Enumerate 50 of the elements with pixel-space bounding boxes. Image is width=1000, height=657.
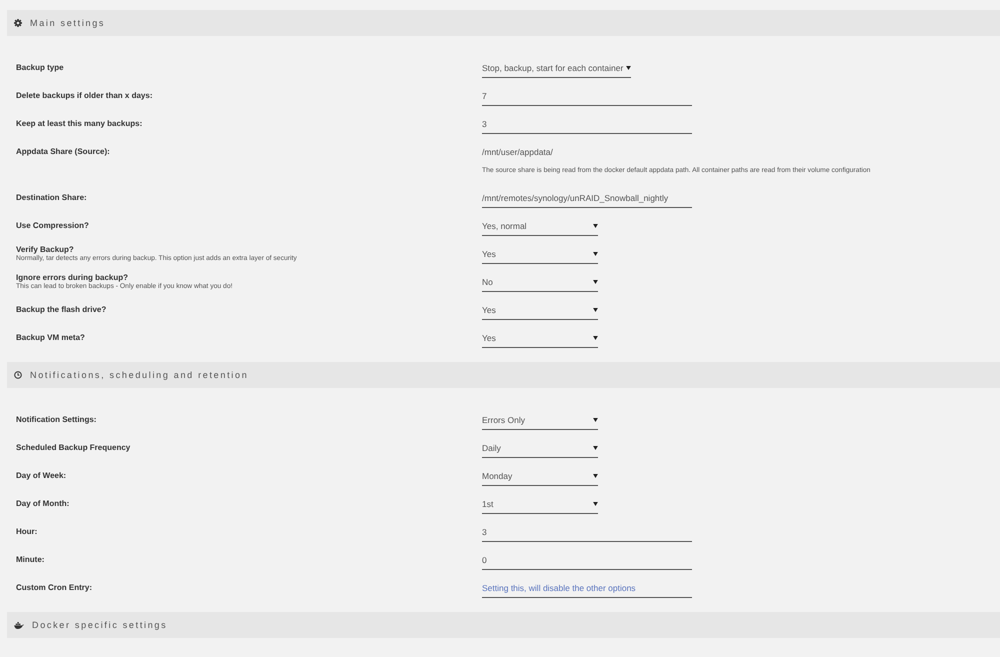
text-field[interactable]: 0 [482,550,692,570]
caret-icon [626,66,632,70]
setting-label: Verify Backup? [16,245,75,255]
section-title: Main settings [30,18,106,28]
text-field[interactable]: 7 [482,86,692,106]
dropdown[interactable]: Errors Only [482,410,598,430]
gear-icon [14,19,22,27]
dropdown[interactable]: 1st [482,494,598,514]
caret-icon [593,252,598,256]
caret-icon [593,336,598,340]
dropdown[interactable]: No [482,272,598,292]
dropdown[interactable]: Stop, backup, start for each container [482,58,632,78]
setting-label: Hour: [16,527,38,537]
setting-label: Day of Month: [16,499,70,509]
setting-label: Backup type [16,63,65,73]
caret-icon [593,502,598,506]
section-title: Notifications, scheduling and retention [30,370,248,380]
dropdown[interactable]: Monday [482,466,598,486]
caret-icon [593,446,598,450]
caret-icon [593,224,598,228]
setting-label: Delete backups if older than x days: [16,91,154,101]
text-field[interactable]: Setting this, will disable the other options [482,578,692,598]
dropdown[interactable]: Yes, normal [482,216,598,236]
caret-icon [593,308,598,312]
text-field[interactable]: 3 [482,522,692,542]
setting-label: Destination Share: [16,193,88,203]
dropdown[interactable]: Yes [482,300,598,320]
setting-label: Use Compression? [16,221,90,231]
setting-label: Custom Cron Entry: [16,583,93,593]
setting-label: Scheduled Backup Frequency [16,443,132,453]
dropdown[interactable]: Yes [482,328,598,348]
setting-label: Appdata Share (Source): [16,147,111,157]
text-field[interactable]: 3 [482,114,692,134]
dropdown[interactable]: Yes [482,244,598,264]
dropdown[interactable]: Daily [482,438,598,458]
setting-label: Day of Week: [16,471,68,481]
setting-label: Keep at least this many backups: [16,119,144,129]
setting-label: Backup VM meta? [16,333,86,343]
path-text: /mnt/user/appdata/ [482,146,553,159]
setting-label: Minute: [16,555,46,565]
caret-icon [593,418,598,422]
setting-label: Notification Settings: [16,415,98,425]
clock-icon [14,371,22,379]
section-title: Docker specific settings [32,620,168,630]
caret-icon [593,280,598,284]
whale-icon [14,622,24,628]
setting-label: Ignore errors during backup? [16,273,130,283]
setting-label: Backup the flash drive? [16,305,108,315]
text-field[interactable]: /mnt/remotes/synology/unRAID_Snowball_nightly [482,188,692,208]
caret-icon [593,474,598,478]
